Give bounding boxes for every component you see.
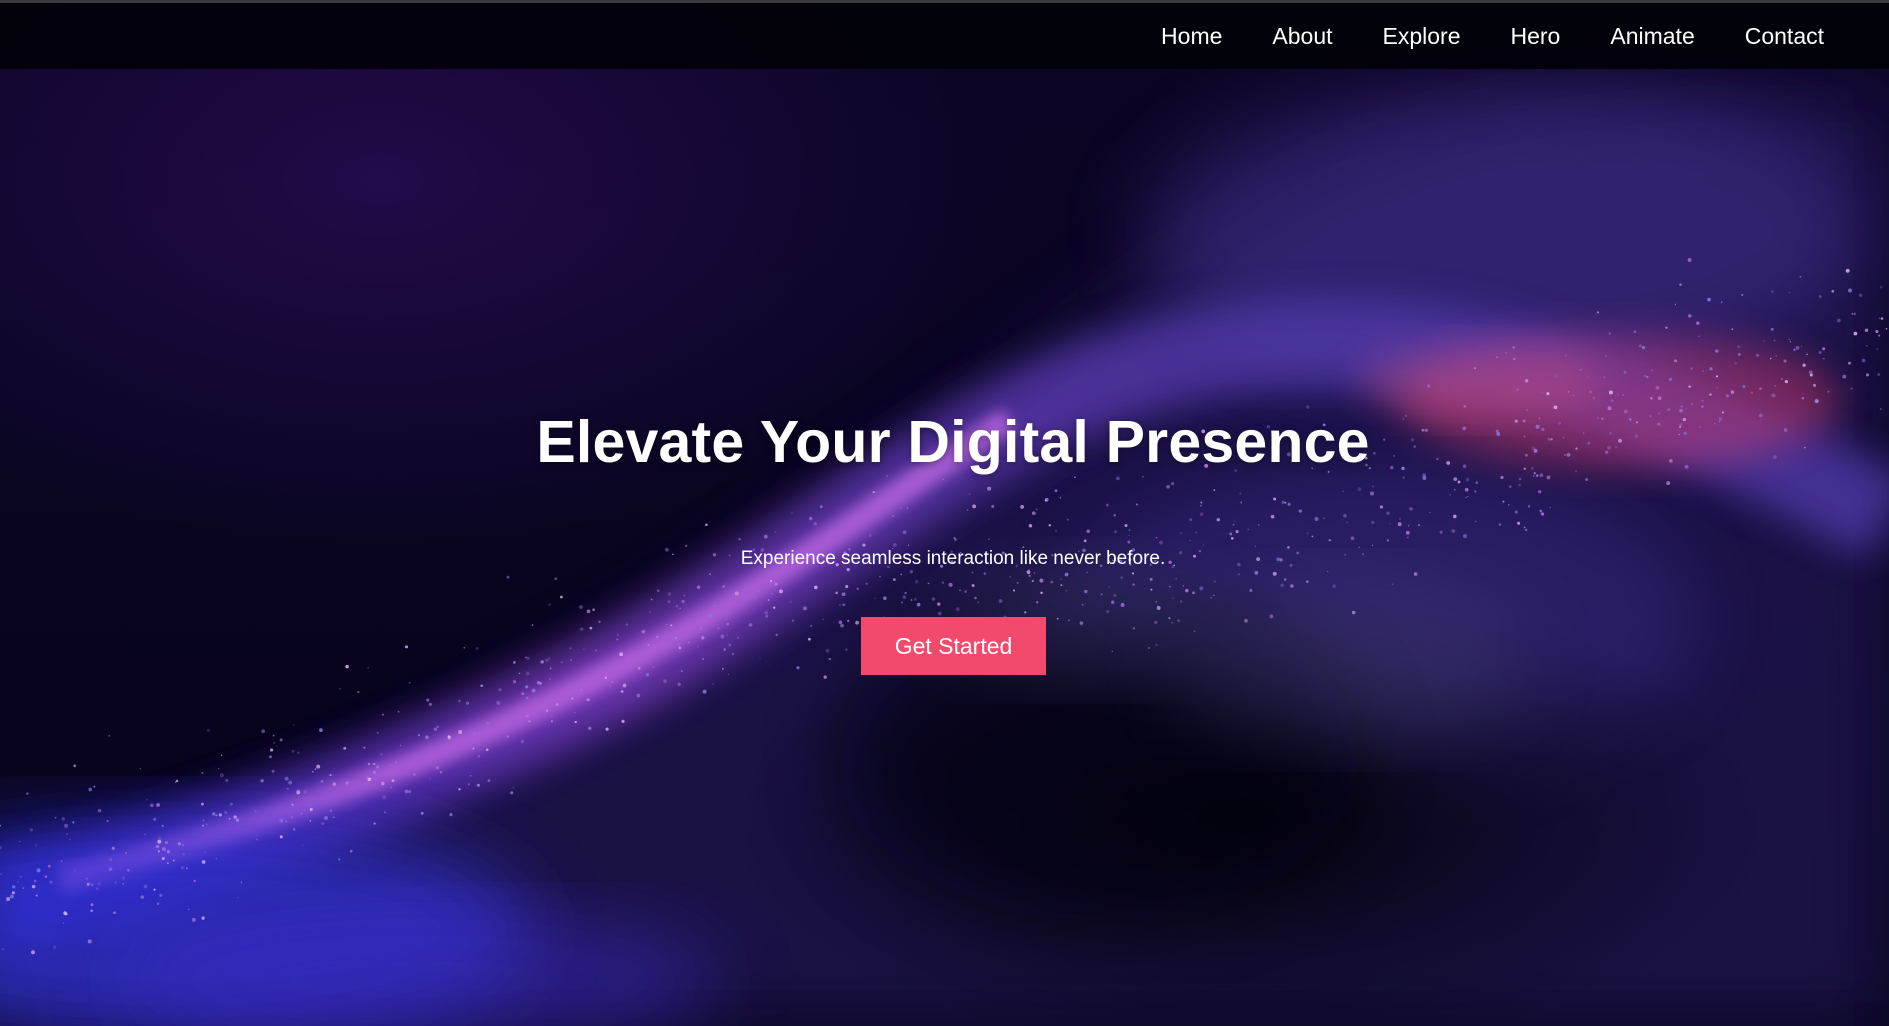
nav-item-home: Home [1136,3,1247,69]
nav-item-animate: Animate [1585,3,1719,69]
nav-menu: Home About Explore Hero Animate Contact [1136,3,1889,69]
nav-link-home[interactable]: Home [1136,3,1247,69]
get-started-button[interactable]: Get Started [861,617,1046,675]
hero-title: Elevate Your Digital Presence [536,409,1370,475]
nav-item-about: About [1247,3,1357,69]
nav-link-explore[interactable]: Explore [1358,3,1486,69]
top-navbar: Home About Explore Hero Animate Contact [0,3,1889,69]
nav-item-contact: Contact [1720,3,1889,69]
nav-link-animate[interactable]: Animate [1585,3,1719,69]
page: Home About Explore Hero Animate Contact … [0,0,1889,1026]
nav-link-contact[interactable]: Contact [1720,3,1889,69]
window-top-border [0,0,1889,3]
hero-section: Elevate Your Digital Presence Experience… [0,0,1889,1026]
hero-subtitle: Experience seamless interaction like nev… [740,548,1166,569]
nav-item-explore: Explore [1358,3,1486,69]
nav-link-hero[interactable]: Hero [1486,3,1586,69]
nav-item-hero: Hero [1486,3,1586,69]
nav-link-about[interactable]: About [1247,3,1357,69]
